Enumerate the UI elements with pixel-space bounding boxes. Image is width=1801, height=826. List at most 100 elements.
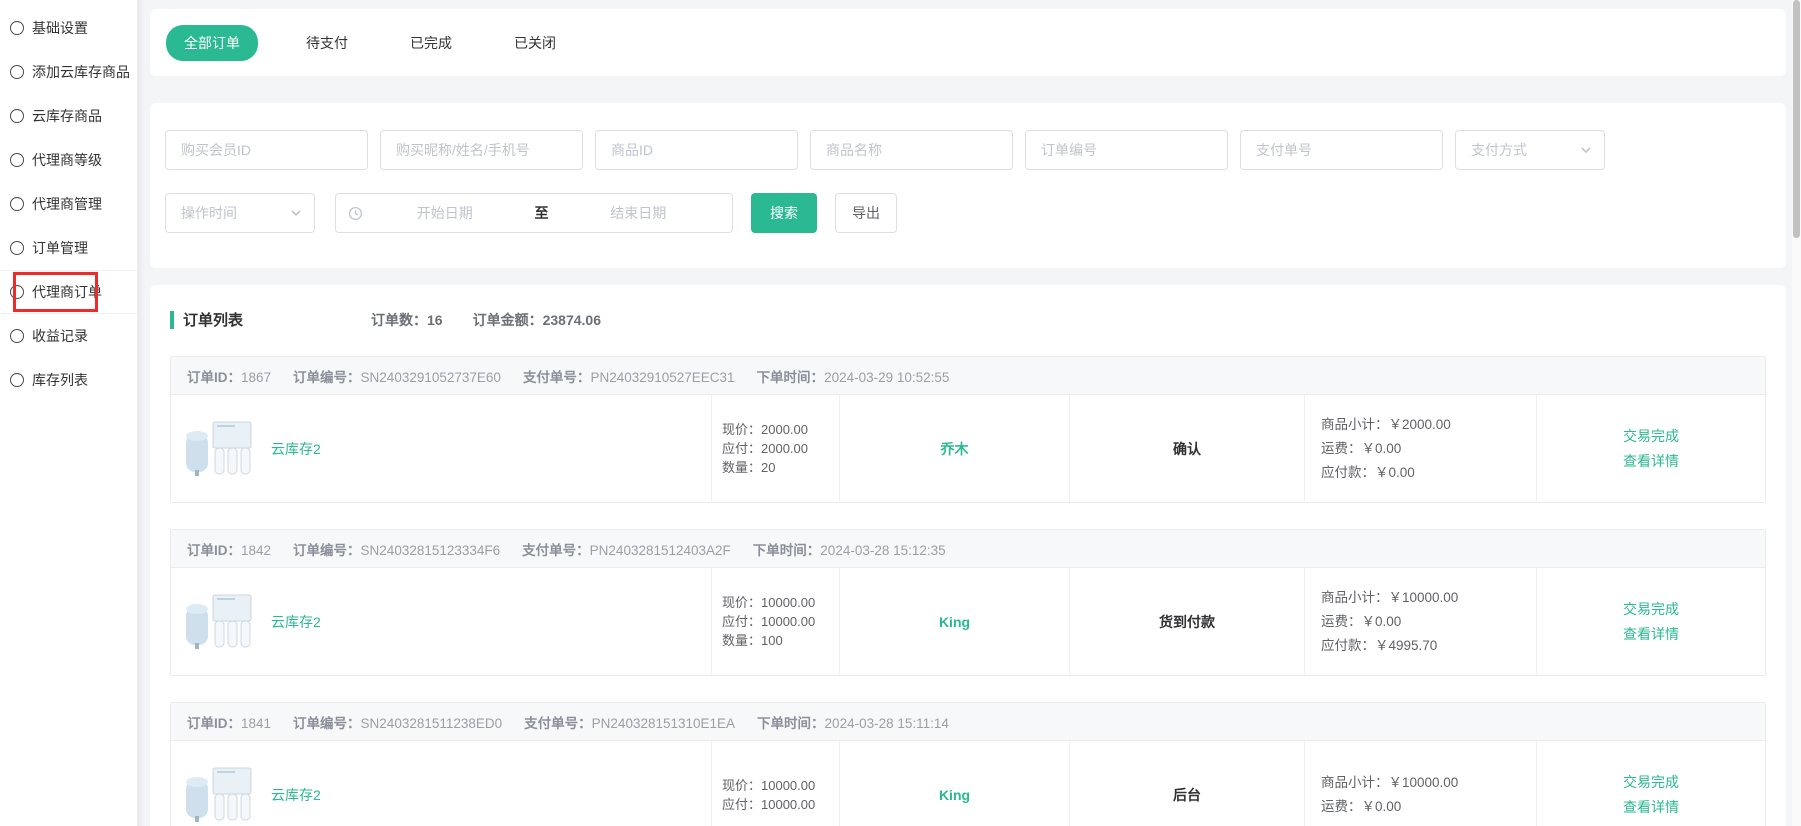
payment-number-input[interactable] [1240,130,1443,170]
product-id-input[interactable] [595,130,798,170]
order-status-link[interactable]: 交易完成 [1623,597,1679,622]
date-range-picker[interactable]: 开始日期 至 结束日期 [335,193,733,233]
order-meta-bar: 订单ID：1841 订单编号：SN2403281511238ED0 支付单号：P… [171,703,1765,741]
operation-time-select-value: 操作时间 [181,203,237,223]
payment-method: 后台 [1069,741,1304,826]
payment-method-select[interactable]: 支付方式 [1455,130,1605,170]
main-content: 全部订单 待支付 已完成 已关闭 支付方式 操作时间 [138,0,1793,826]
amount-due: 应付款：￥4995.70 [1321,634,1536,658]
sidebar-item-cloud-stock-products[interactable]: 云库存商品 [0,94,137,138]
price-cell: 现价：2000.00 应付：2000.00 数量：20 [711,395,839,502]
sidebar-item-label: 基础设置 [32,18,88,38]
chevron-down-icon [290,207,302,219]
vertical-scrollbar[interactable] [1792,0,1801,826]
buyer-member-id-input[interactable] [165,130,368,170]
sidebar-item-label: 代理商管理 [32,194,102,214]
payable-price: 应付：10000.00 [722,795,839,814]
sidebar-item-basic-settings[interactable]: 基础设置 [0,6,137,50]
tab-all-orders[interactable]: 全部订单 [166,25,258,61]
circle-icon [10,241,24,255]
operation-time-select[interactable]: 操作时间 [165,193,315,233]
order-id: 订单ID：1842 [187,539,271,559]
sidebar-item-label: 代理商订单 [32,282,102,302]
sidebar-item-stock-list[interactable]: 库存列表 [0,358,137,402]
product-cell: 云库存2 [171,395,711,502]
order-total-amount: 订单金额：23874.06 [473,310,601,330]
order-list-title: 订单列表 [183,309,243,330]
order-status-link[interactable]: 交易完成 [1623,424,1679,449]
payment-method: 货到付款 [1069,568,1304,675]
buyer-name[interactable]: King [839,741,1069,826]
product-name-link[interactable]: 云库存2 [271,439,321,459]
price-cell: 现价：10000.00 应付：10000.00 [711,741,839,826]
actions-cell: 交易完成 查看详情 [1536,395,1765,502]
order-body: 云库存2 现价：10000.00 应付：10000.00 King 后台 商品小… [171,741,1765,826]
circle-icon [10,197,24,211]
sidebar-item-agent-orders[interactable]: 代理商订单 [0,270,137,314]
filter-row-1: 支付方式 [165,130,1771,170]
quantity: 数量：20 [722,458,839,477]
sidebar-item-label: 添加云库存商品 [32,62,130,82]
order-body: 云库存2 现价：2000.00 应付：2000.00 数量：20 乔木 确认 商… [171,395,1765,502]
order-status-tabs: 全部订单 待支付 已完成 已关闭 [150,9,1786,76]
tab-closed[interactable]: 已关闭 [500,25,570,61]
quantity: 数量：100 [722,631,839,650]
current-price: 现价：10000.00 [722,776,839,795]
order-body: 云库存2 现价：10000.00 应付：10000.00 数量：100 King… [171,568,1765,675]
buyer-name[interactable]: 乔木 [839,395,1069,502]
current-price: 现价：2000.00 [722,420,839,439]
circle-icon [10,329,24,343]
sidebar-item-earnings-records[interactable]: 收益记录 [0,314,137,358]
search-button[interactable]: 搜索 [751,193,817,233]
sidebar: 基础设置 添加云库存商品 云库存商品 代理商等级 代理商管理 订单管理 代理商订… [0,0,138,826]
sidebar-item-label: 订单管理 [32,238,88,258]
product-image [183,418,255,480]
tab-completed[interactable]: 已完成 [396,25,466,61]
sidebar-item-label: 库存列表 [32,370,88,390]
search-filter-panel: 支付方式 操作时间 开始日期 至 结束日期 搜索 导出 [150,103,1786,268]
product-name-link[interactable]: 云库存2 [271,612,321,632]
order-meta-bar: 订单ID：1867 订单编号：SN2403291052737E60 支付单号：P… [171,357,1765,395]
circle-icon [10,373,24,387]
title-accent-bar [170,311,174,329]
price-cell: 现价：10000.00 应付：10000.00 数量：100 [711,568,839,675]
order-payment-sn: 支付单号：PN2403281512403A2F [522,539,731,559]
order-number-input[interactable] [1025,130,1228,170]
tab-pending-payment[interactable]: 待支付 [292,25,362,61]
subtotal: 商品小计：￥10000.00 [1321,771,1536,795]
order-list-panel: 订单列表 订单数：16 订单金额：23874.06 订单ID：1867 订单编号… [150,285,1786,826]
view-details-link[interactable]: 查看详情 [1623,449,1679,474]
order-meta-bar: 订单ID：1842 订单编号：SN24032815123334F6 支付单号：P… [171,530,1765,568]
product-name-input[interactable] [810,130,1013,170]
order-row: 订单ID：1842 订单编号：SN24032815123334F6 支付单号：P… [170,529,1766,676]
sidebar-item-add-cloud-stock-product[interactable]: 添加云库存商品 [0,50,137,94]
order-id: 订单ID：1841 [187,712,271,732]
shipping-fee: 运费：￥0.00 [1321,610,1536,634]
clock-icon [348,206,363,221]
order-count: 订单数：16 [371,310,443,330]
order-time: 下单时间：2024-03-28 15:12:35 [753,539,946,559]
sidebar-item-order-management[interactable]: 订单管理 [0,226,137,270]
current-price: 现价：10000.00 [722,593,839,612]
circle-icon [10,21,24,35]
view-details-link[interactable]: 查看详情 [1623,795,1679,820]
filter-row-2: 操作时间 开始日期 至 结束日期 搜索 导出 [165,193,1771,233]
view-details-link[interactable]: 查看详情 [1623,622,1679,647]
scrollbar-thumb[interactable] [1793,0,1800,238]
buyer-name[interactable]: King [839,568,1069,675]
date-range-separator: 至 [527,203,557,223]
order-sn: 订单编号：SN2403281511238ED0 [293,712,502,732]
order-time: 下单时间：2024-03-28 15:11:14 [757,712,949,732]
order-sn: 订单编号：SN2403291052737E60 [293,366,501,386]
sidebar-item-agent-management[interactable]: 代理商管理 [0,182,137,226]
order-payment-sn: 支付单号：PN240328151310E1EA [524,712,735,732]
sidebar-item-label: 云库存商品 [32,106,102,126]
circle-icon [10,285,24,299]
sidebar-item-agent-levels[interactable]: 代理商等级 [0,138,137,182]
payable-price: 应付：10000.00 [722,612,839,631]
product-name-link[interactable]: 云库存2 [271,785,321,805]
export-button[interactable]: 导出 [835,193,897,233]
buyer-nickname-input[interactable] [380,130,583,170]
actions-cell: 交易完成 查看详情 [1536,741,1765,826]
order-status-link[interactable]: 交易完成 [1623,770,1679,795]
